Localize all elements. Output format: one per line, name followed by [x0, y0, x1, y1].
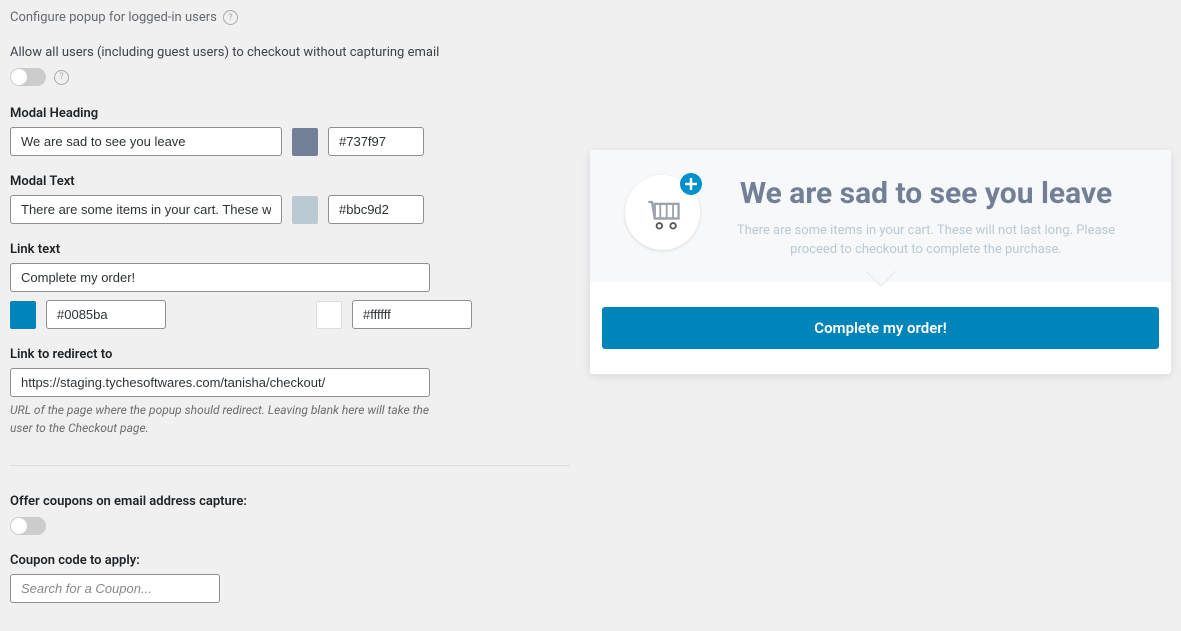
- section-configure-popup: Configure popup for logged-in users ?: [10, 10, 570, 25]
- modal-heading-input[interactable]: [10, 127, 282, 156]
- link-text-bg-color-input[interactable]: [46, 300, 166, 329]
- complete-order-button[interactable]: Complete my order!: [602, 307, 1159, 349]
- configure-popup-label: Configure popup for logged-in users: [10, 10, 217, 25]
- coupon-code-input[interactable]: [10, 574, 220, 603]
- link-text-input[interactable]: [10, 263, 430, 292]
- cart-icon: [625, 175, 700, 250]
- help-icon[interactable]: ?: [223, 10, 238, 25]
- preview-modal: We are sad to see you leave There are so…: [590, 150, 1171, 374]
- link-text-bg-swatch[interactable]: [10, 301, 36, 329]
- redirect-input[interactable]: [10, 368, 430, 397]
- modal-heading-color-input[interactable]: [328, 127, 424, 156]
- allow-all-users-toggle[interactable]: [10, 68, 46, 86]
- modal-heading-swatch[interactable]: [292, 128, 318, 156]
- arrow-down-icon: [866, 271, 896, 287]
- link-text-label: Link text: [10, 242, 570, 257]
- preview-heading: We are sad to see you leave: [716, 175, 1136, 213]
- link-text-fg-color-input[interactable]: [352, 300, 472, 329]
- link-text-fg-swatch[interactable]: [316, 301, 342, 329]
- divider: [10, 465, 570, 466]
- modal-text-label: Modal Text: [10, 174, 570, 189]
- plus-icon: [680, 173, 702, 195]
- redirect-label: Link to redirect to: [10, 347, 570, 362]
- help-icon[interactable]: ?: [54, 70, 69, 85]
- modal-text-input[interactable]: [10, 195, 282, 224]
- modal-text-swatch[interactable]: [292, 196, 318, 224]
- offer-coupons-label: Offer coupons on email address capture:: [10, 494, 570, 509]
- redirect-help: URL of the page where the popup should r…: [10, 401, 430, 437]
- modal-text-color-input[interactable]: [328, 195, 424, 224]
- offer-coupons-toggle[interactable]: [10, 517, 46, 535]
- modal-heading-label: Modal Heading: [10, 106, 570, 121]
- preview-description: There are some items in your cart. These…: [716, 221, 1136, 260]
- coupon-code-label: Coupon code to apply:: [10, 553, 570, 568]
- allow-all-users-label: Allow all users (including guest users) …: [10, 45, 570, 60]
